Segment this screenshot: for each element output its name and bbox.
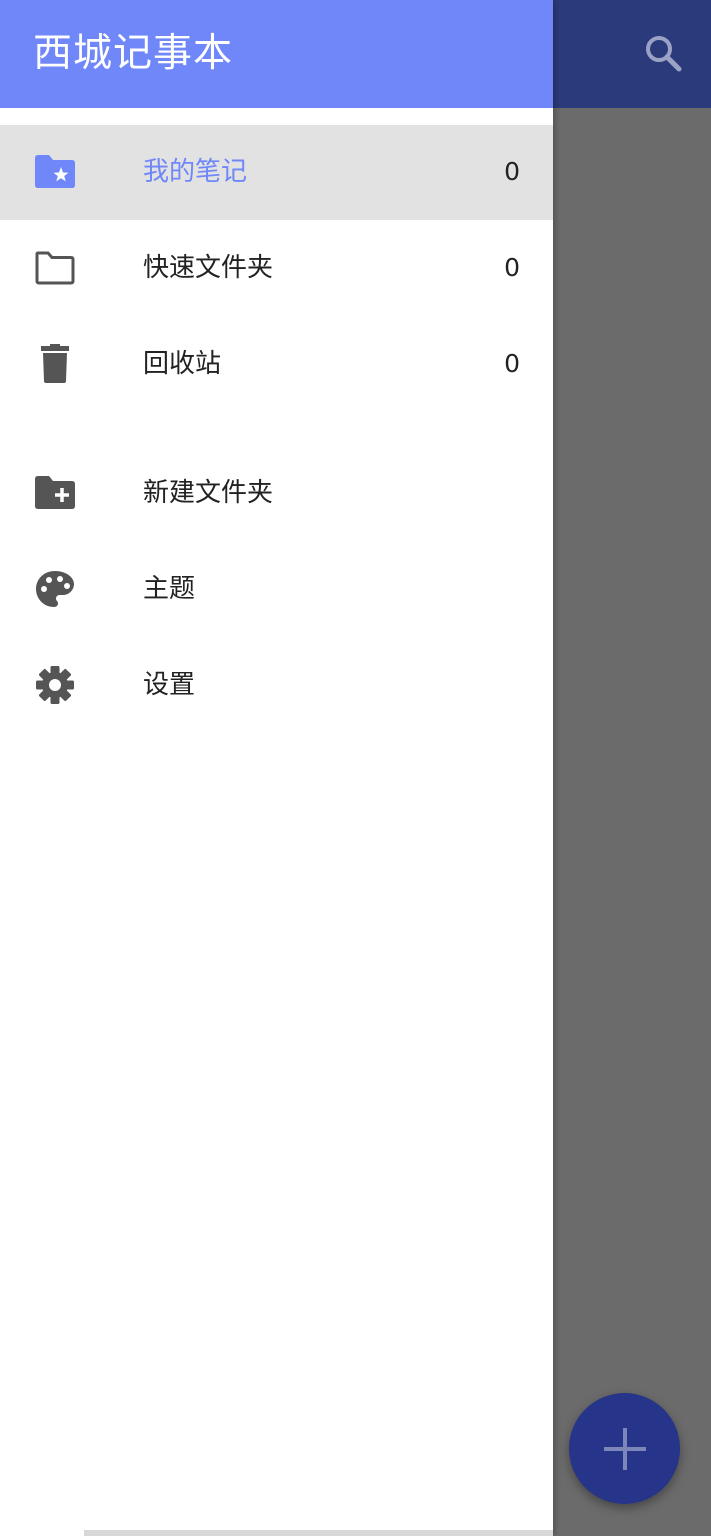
nav-item-new-folder[interactable]: 新建文件夹 xyxy=(0,446,553,541)
app-title: 西城记事本 xyxy=(33,31,234,76)
nav-item-label: 我的笔记 xyxy=(143,157,248,187)
nav-item-label: 主题 xyxy=(143,574,196,604)
nav-item-label: 新建文件夹 xyxy=(143,478,274,508)
nav-item-my-notes[interactable]: 我的笔记 0 xyxy=(0,125,553,220)
nav-item-theme[interactable]: 主题 xyxy=(0,542,553,637)
gear-icon xyxy=(36,666,74,704)
plus-icon xyxy=(603,1427,646,1470)
palette-icon xyxy=(36,571,74,607)
nav-item-label: 回收站 xyxy=(143,349,222,379)
add-note-button[interactable] xyxy=(569,1393,680,1504)
screen: 西城记事本 我的笔记 0 快速文件夹 0 回收站 0 新建文件夹 主题 设置 xyxy=(0,0,711,1536)
navigation-drawer: 西城记事本 我的笔记 0 快速文件夹 0 回收站 0 新建文件夹 主题 设置 xyxy=(0,0,553,1536)
drawer-header: 西城记事本 xyxy=(0,0,553,108)
nav-item-label: 快速文件夹 xyxy=(143,253,274,283)
nav-item-count: 0 xyxy=(504,349,520,378)
nav-item-label: 设置 xyxy=(143,670,196,700)
search-icon[interactable] xyxy=(640,30,686,76)
folder-add-icon xyxy=(35,476,75,509)
nav-item-recycle-bin[interactable]: 回收站 0 xyxy=(0,317,553,412)
nav-item-count: 0 xyxy=(504,253,520,282)
nav-item-settings[interactable]: 设置 xyxy=(0,638,553,733)
bottom-edge xyxy=(84,1530,553,1536)
folder-outline-icon xyxy=(35,251,75,285)
trash-icon xyxy=(41,344,69,383)
nav-item-count: 0 xyxy=(504,157,520,186)
star-folder-icon xyxy=(35,155,75,188)
nav-item-quick-folder[interactable]: 快速文件夹 0 xyxy=(0,221,553,316)
